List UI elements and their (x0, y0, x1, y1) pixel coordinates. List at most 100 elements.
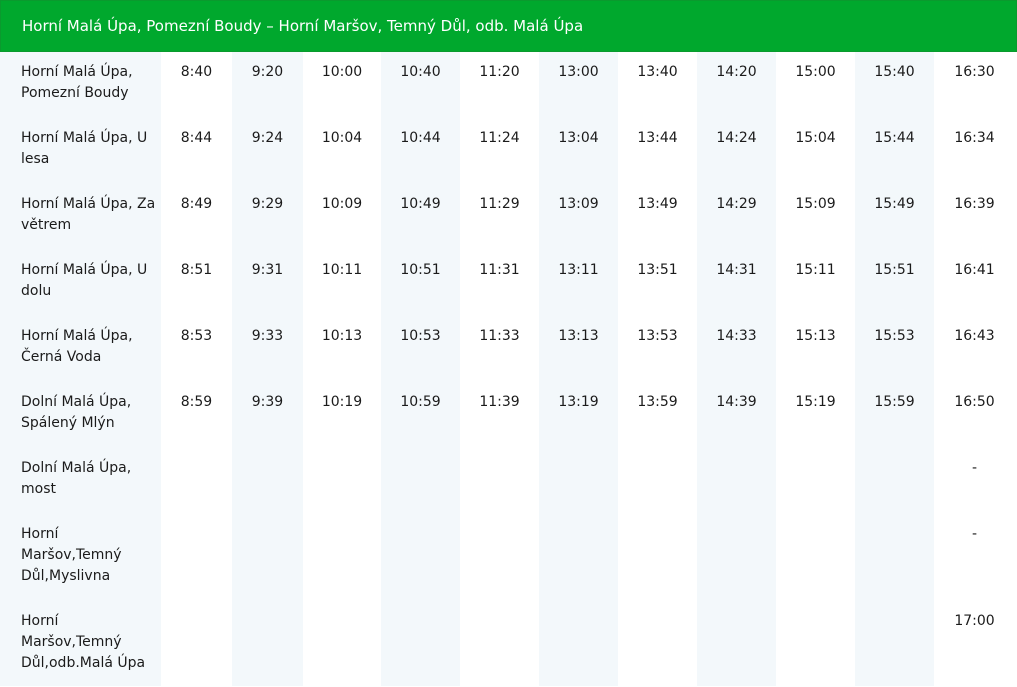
departure-time: 10:19 (321, 394, 363, 410)
departure-time: 16:39 (954, 196, 995, 212)
departure-time: 13:09 (539, 184, 618, 250)
departure-time (618, 601, 697, 686)
departure-time: 10:09 (321, 196, 363, 212)
stop-name: Horní Malá Úpa, Pomezní Boudy (0, 52, 161, 118)
departure-time (161, 601, 232, 686)
departure-time: 10:44 (381, 118, 460, 184)
departure-time: 15:59 (855, 382, 934, 448)
departure-time: 13:19 (539, 382, 618, 448)
departure-time: 11:39 (479, 394, 520, 410)
departure-time: 14:20 (697, 52, 776, 118)
departure-time: - (971, 526, 978, 542)
departure-time: 10:51 (381, 250, 460, 316)
departure-time (697, 448, 776, 514)
table-row: Horní Malá Úpa, Černá Voda 8:53 9:33 10:… (0, 316, 1015, 382)
departure-time: 13:59 (637, 394, 678, 410)
table-row: Dolní Malá Úpa, Spálený Mlýn 8:59 9:39 1… (0, 382, 1015, 448)
departure-time: 15:19 (795, 394, 836, 410)
stop-name: Horní Maršov,Temný Důl,Myslivna (0, 514, 161, 601)
departure-time (776, 448, 855, 514)
departure-time: 16:50 (954, 394, 995, 410)
table-row: Horní Malá Úpa, U lesa 8:44 9:24 10:04 1… (0, 118, 1015, 184)
departure-time: 11:31 (479, 262, 520, 278)
departure-time (618, 448, 697, 514)
departure-time (303, 601, 381, 686)
departure-time: 13:53 (637, 328, 678, 344)
departure-time: - (971, 460, 978, 476)
departure-time: 13:51 (637, 262, 678, 278)
departure-time: 13:49 (637, 196, 678, 212)
table-row: Horní Malá Úpa, Pomezní Boudy 8:40 9:20 … (0, 52, 1015, 118)
stop-name: Horní Malá Úpa, U dolu (0, 250, 161, 316)
departure-time: 13:00 (539, 52, 618, 118)
departure-time: 9:20 (232, 52, 303, 118)
departure-time: 14:31 (697, 250, 776, 316)
departure-time (381, 448, 460, 514)
departure-time (232, 514, 303, 601)
departure-time (460, 448, 539, 514)
departure-time (303, 448, 381, 514)
departure-time (618, 514, 697, 601)
departure-time: 15:00 (795, 64, 836, 80)
stop-name: Horní Maršov,Temný Důl,odb.Malá Úpa (0, 601, 161, 686)
departure-time: 10:40 (381, 52, 460, 118)
departure-time: 10:59 (381, 382, 460, 448)
departure-time (776, 514, 855, 601)
departure-time: 14:39 (697, 382, 776, 448)
schedule-table: Horní Malá Úpa, Pomezní Boudy 8:40 9:20 … (0, 52, 1015, 686)
departure-time (539, 514, 618, 601)
departure-time (697, 514, 776, 601)
departure-time: 10:00 (321, 64, 363, 80)
departure-time: 9:39 (232, 382, 303, 448)
departure-time: 14:33 (697, 316, 776, 382)
table-row: Horní Malá Úpa, Za větrem 8:49 9:29 10:0… (0, 184, 1015, 250)
departure-time: 15:09 (795, 196, 836, 212)
table-row: Horní Maršov,Temný Důl,Myslivna - (0, 514, 1015, 601)
table-row: Horní Maršov,Temný Důl,odb.Malá Úpa 17:0… (0, 601, 1015, 686)
departure-time: 15:49 (855, 184, 934, 250)
departure-time (381, 601, 460, 686)
departure-time (460, 514, 539, 601)
departure-time: 10:04 (321, 130, 363, 146)
departure-time: 11:29 (479, 196, 520, 212)
departure-time: 11:24 (479, 130, 520, 146)
departure-time: 16:43 (954, 328, 995, 344)
departure-time: 13:04 (539, 118, 618, 184)
departure-time (381, 514, 460, 601)
departure-time: 8:44 (180, 130, 213, 146)
departure-time: 10:53 (381, 316, 460, 382)
table-row: Horní Malá Úpa, U dolu 8:51 9:31 10:11 1… (0, 250, 1015, 316)
departure-time (460, 601, 539, 686)
departure-time (539, 448, 618, 514)
departure-time: 8:51 (180, 262, 213, 278)
departure-time: 8:40 (180, 64, 213, 80)
departure-time (855, 514, 934, 601)
departure-time: 9:24 (232, 118, 303, 184)
departure-time: 16:30 (954, 64, 995, 80)
departure-time: 13:44 (637, 130, 678, 146)
departure-time (697, 601, 776, 686)
departure-time (855, 601, 934, 686)
departure-time: 8:53 (180, 328, 213, 344)
stop-name: Horní Malá Úpa, Černá Voda (0, 316, 161, 382)
departure-time: 17:00 (954, 613, 995, 629)
departure-time: 15:51 (855, 250, 934, 316)
departure-time: 14:24 (697, 118, 776, 184)
departure-time (232, 601, 303, 686)
departure-time: 11:20 (479, 64, 520, 80)
departure-time: 9:33 (232, 316, 303, 382)
departure-time (776, 601, 855, 686)
departure-time: 13:11 (539, 250, 618, 316)
stop-name: Horní Malá Úpa, U lesa (0, 118, 161, 184)
departure-time: 13:13 (539, 316, 618, 382)
departure-time (161, 514, 232, 601)
timetable: Horní Malá Úpa, Pomezní Boudy – Horní Ma… (0, 0, 1017, 687)
departure-time (539, 601, 618, 686)
departure-time: 8:49 (180, 196, 213, 212)
departure-time: 16:34 (954, 130, 995, 146)
departure-time: 13:40 (637, 64, 678, 80)
departure-time: 10:11 (321, 262, 363, 278)
departure-time: 9:31 (232, 250, 303, 316)
departure-time: 10:13 (321, 328, 363, 344)
route-title: Horní Malá Úpa, Pomezní Boudy – Horní Ma… (0, 0, 1017, 52)
